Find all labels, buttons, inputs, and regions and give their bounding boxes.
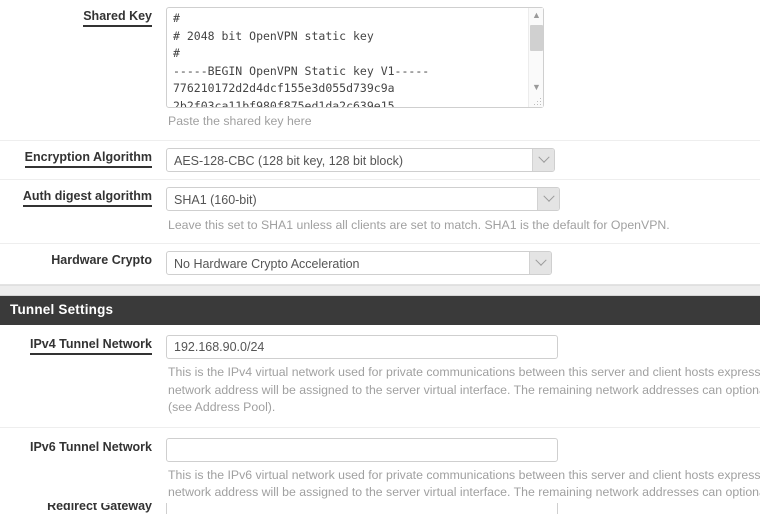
scrollbar-thumb[interactable] [530,25,543,51]
form-row-auth-digest-algorithm: Auth digest algorithm SHA1 (160-bit) Lea… [0,180,760,245]
clipped-input[interactable] [166,503,558,514]
shared-key-input[interactable]: # # 2048 bit OpenVPN static key # -----B… [166,7,544,108]
label-cell-ipv6-tunnel-network: IPv6 Tunnel Network [0,428,160,514]
form-row-shared-key: Shared Key # # 2048 bit OpenVPN static k… [0,0,760,141]
field-cell-ipv6-tunnel-network: This is the IPv6 virtual network used fo… [160,428,760,514]
openvpn-server-config-page: Shared Key # # 2048 bit OpenVPN static k… [0,0,760,514]
shared-key-help: Paste the shared key here [168,113,760,131]
form-row-ipv4-tunnel-network: IPv4 Tunnel Network This is the IPv4 vir… [0,325,760,428]
chevron-down-icon[interactable]: ▼ [529,80,544,95]
label-cell-auth-digest-algorithm: Auth digest algorithm [0,180,160,244]
ipv6-tunnel-network-input[interactable] [166,438,558,462]
label-cell-shared-key: Shared Key [0,0,160,140]
hardware-crypto-value: No Hardware Crypto Acceleration [167,252,551,273]
tunnel-settings-header: Tunnel Settings [0,296,760,325]
ipv4-tunnel-network-help: This is the IPv4 virtual network used fo… [168,364,760,417]
chevron-up-icon[interactable]: ▲ [529,8,544,23]
clipped-next-row: Redirect Gateway [0,503,760,514]
hardware-crypto-select[interactable]: No Hardware Crypto Acceleration [166,251,552,275]
field-cell-hardware-crypto: No Hardware Crypto Acceleration [160,244,760,284]
field-cell-auth-digest-algorithm: SHA1 (160-bit) Leave this set to SHA1 un… [160,180,760,244]
chevron-down-icon[interactable] [532,149,554,171]
ipv6-tunnel-network-label: IPv6 Tunnel Network [30,440,152,455]
panel-gap [0,285,760,296]
label-cell-hardware-crypto: Hardware Crypto [0,244,160,284]
crypto-settings-panel: Shared Key # # 2048 bit OpenVPN static k… [0,0,760,285]
clipped-label: Redirect Gateway [47,503,152,514]
encryption-algorithm-label: Encryption Algorithm [25,150,152,168]
form-row-encryption-algorithm: Encryption Algorithm AES-128-CBC (128 bi… [0,141,760,180]
label-cell-ipv4-tunnel-network: IPv4 Tunnel Network [0,325,160,427]
shared-key-textarea-wrapper: # # 2048 bit OpenVPN static key # -----B… [166,7,544,108]
hardware-crypto-label: Hardware Crypto [51,253,152,268]
field-cell-ipv4-tunnel-network: This is the IPv4 virtual network used fo… [160,325,760,427]
label-cell-encryption-algorithm: Encryption Algorithm [0,141,160,179]
encryption-algorithm-value: AES-128-CBC (128 bit key, 128 bit block) [167,149,554,170]
shared-key-scrollbar[interactable]: ▲ ▼ [528,8,543,107]
ipv4-tunnel-network-label: IPv4 Tunnel Network [30,337,152,355]
field-cell-shared-key: # # 2048 bit OpenVPN static key # -----B… [160,0,760,140]
clipped-label-cell: Redirect Gateway [0,503,160,514]
encryption-algorithm-select[interactable]: AES-128-CBC (128 bit key, 128 bit block) [166,148,555,172]
ipv4-tunnel-network-input[interactable] [166,335,558,359]
chevron-down-icon[interactable] [529,252,551,274]
field-cell-encryption-algorithm: AES-128-CBC (128 bit key, 128 bit block) [160,141,760,179]
clipped-field-cell [160,503,760,514]
auth-digest-algorithm-help: Leave this set to SHA1 unless all client… [168,217,760,235]
tunnel-settings-title: Tunnel Settings [10,302,113,317]
auth-digest-algorithm-label: Auth digest algorithm [23,189,152,207]
chevron-down-icon[interactable] [537,188,559,210]
auth-digest-algorithm-select[interactable]: SHA1 (160-bit) [166,187,560,211]
form-row-hardware-crypto: Hardware Crypto No Hardware Crypto Accel… [0,244,760,284]
resize-grip-icon[interactable] [532,96,543,107]
auth-digest-algorithm-value: SHA1 (160-bit) [167,188,559,209]
form-row-ipv6-tunnel-network: IPv6 Tunnel Network This is the IPv6 vir… [0,428,760,514]
tunnel-settings-panel: Tunnel Settings IPv4 Tunnel Network This… [0,296,760,514]
shared-key-label: Shared Key [83,9,152,27]
